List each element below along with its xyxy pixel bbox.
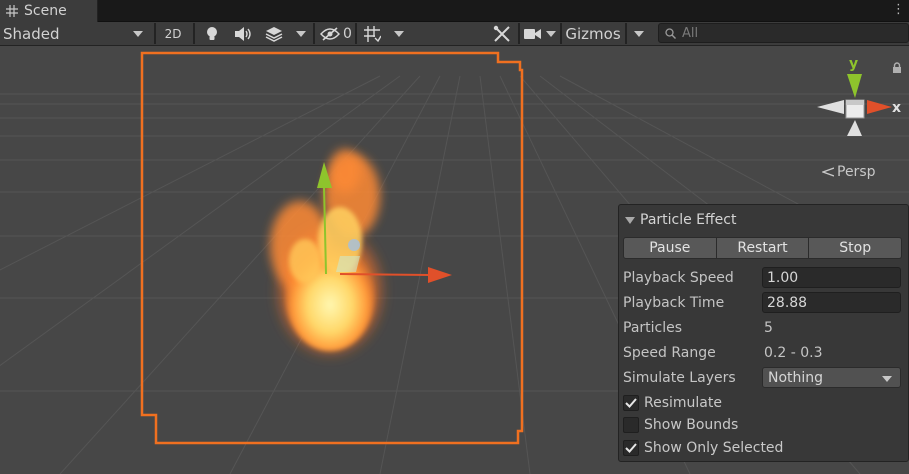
perspective-icon [822,167,834,177]
collapse-triangle-icon [625,216,635,224]
projection-toggle[interactable]: Persp [822,164,876,180]
simulate-layers-label: Simulate Layers [623,370,736,386]
speed-range-value: 0.2 - 0.3 [764,345,823,361]
search-input[interactable]: All [658,23,909,43]
lighting-toggle-button[interactable] [198,22,226,45]
divider [154,23,156,44]
chevron-down-icon [882,376,892,382]
search-placeholder: All [682,25,699,41]
show-only-selected-label: Show Only Selected [644,440,784,456]
divider [313,23,315,44]
show-only-selected-row: Show Only Selected [623,437,902,459]
playback-speed-field[interactable]: 1.00 [762,267,901,288]
chevron-down-icon [546,30,556,37]
axis-y-label: y [849,56,858,72]
divider [355,23,357,44]
gizmos-button[interactable]: Gizmos [562,22,624,45]
checkmark-icon [625,443,637,453]
resimulate-row: Resimulate [623,392,902,414]
tab-bar: Scene ⋮ [0,0,909,22]
grid-snap-icon [364,25,381,42]
lock-icon[interactable] [892,62,902,74]
speaker-icon [235,26,251,41]
resimulate-checkbox[interactable] [623,395,639,411]
tools-button[interactable] [488,22,516,45]
shading-mode-value: Shaded [3,24,60,43]
grid-toggle-button[interactable] [358,22,386,45]
audio-toggle-button[interactable] [228,22,258,45]
chevron-down-icon [394,30,404,37]
particles-value: 5 [764,320,773,336]
gizmos-dropdown[interactable] [628,22,650,45]
2d-toggle-button[interactable]: 2D [158,22,188,45]
simulate-layers-value: Nothing [768,369,824,386]
playback-speed-label: Playback Speed [623,270,734,286]
stop-button[interactable]: Stop [809,237,903,259]
search-icon [665,27,676,39]
eye-hidden-icon [320,26,340,41]
hidden-count: 0 [343,25,352,42]
panel-title: Particle Effect [640,212,737,228]
divider [625,23,627,44]
scene-visibility-toggle[interactable]: 0 [318,22,354,45]
show-only-selected-checkbox[interactable] [623,440,639,456]
shading-mode-dropdown[interactable]: Shaded [0,22,150,45]
camera-settings-button[interactable] [521,22,559,45]
show-bounds-row: Show Bounds [623,414,902,436]
chevron-down-icon [133,31,143,37]
playback-speed-row: Playback Speed 1.00 [623,267,902,289]
scene-viewport[interactable]: y x Persp Particle Effect Pause Restart … [0,46,909,474]
playback-time-row: Playback Time 28.88 [623,292,902,314]
panel-header[interactable]: Particle Effect [625,212,736,228]
grid-icon [6,5,18,17]
effects-toggle-button[interactable] [260,22,288,45]
simulate-layers-dropdown[interactable]: Nothing [762,367,901,388]
tab-label: Scene [24,3,67,19]
tab-scene[interactable]: Scene [0,0,98,22]
speed-range-row: Speed Range 0.2 - 0.3 [623,342,902,364]
particles-label: Particles [623,320,683,336]
more-options-icon[interactable]: ⋮ [892,2,905,18]
effects-dropdown[interactable] [290,22,312,45]
restart-button[interactable]: Restart [716,237,810,259]
speed-range-label: Speed Range [623,345,716,361]
checkmark-icon [625,398,637,408]
scene-toolbar: Shaded 2D 0 Gizmos All [0,22,909,46]
layers-icon [265,26,283,42]
simulate-layers-row: Simulate Layers Nothing [623,367,902,389]
chevron-down-icon [296,30,306,37]
divider [193,23,195,44]
divider [518,23,520,44]
show-bounds-checkbox[interactable] [623,417,639,433]
playback-time-label: Playback Time [623,295,725,311]
resimulate-label: Resimulate [644,395,722,411]
pause-button[interactable]: Pause [623,237,717,259]
playback-time-field[interactable]: 28.88 [762,292,901,313]
orientation-gizmo[interactable]: y x [812,54,904,154]
show-bounds-label: Show Bounds [644,417,739,433]
tools-icon [493,25,510,42]
projection-label: Persp [837,164,876,180]
axis-x-label: x [892,100,901,116]
playback-controls: Pause Restart Stop [623,237,903,259]
grid-dropdown[interactable] [388,22,410,45]
lightbulb-icon [207,26,217,40]
camera-icon [524,28,541,39]
particles-row: Particles 5 [623,317,902,339]
particle-effect-panel: Particle Effect Pause Restart Stop Playb… [618,204,909,462]
chevron-down-icon [634,30,644,37]
